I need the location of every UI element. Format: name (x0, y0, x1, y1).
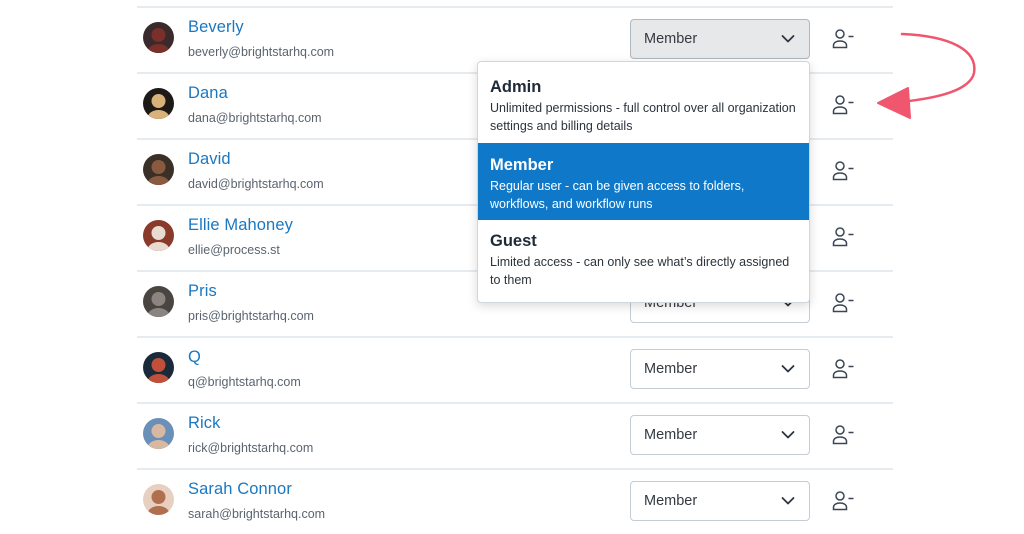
user-minus-icon (832, 491, 854, 511)
role-select[interactable]: Member (630, 481, 810, 521)
avatar (143, 286, 174, 317)
member-row: Sarah Connor sarah@brightstarhq.com Memb… (137, 468, 893, 534)
member-name-link[interactable]: Ellie Mahoney (188, 216, 293, 235)
member-name-link[interactable]: Beverly (188, 18, 244, 37)
avatar (143, 352, 174, 383)
role-select-value: Member (644, 427, 698, 443)
member-name-link[interactable]: Q (188, 348, 201, 367)
role-option-description: Limited access - can only see what’s dir… (490, 255, 790, 287)
role-select-value: Member (644, 31, 698, 47)
member-name-link[interactable]: Sarah Connor (188, 480, 292, 499)
chevron-down-icon (781, 35, 795, 43)
member-email: rick@brightstarhq.com (188, 441, 314, 455)
member-email: sarah@brightstarhq.com (188, 507, 326, 521)
avatar (143, 88, 174, 119)
member-email: david@brightstarhq.com (188, 177, 324, 191)
user-minus-icon (832, 425, 854, 445)
member-email: ellie@process.st (188, 243, 280, 257)
chevron-down-icon (781, 497, 795, 505)
avatar (143, 154, 174, 185)
user-minus-icon (832, 359, 854, 379)
avatar (143, 220, 174, 251)
remove-user-button[interactable] (832, 28, 856, 50)
member-name-link[interactable]: Dana (188, 84, 228, 103)
role-select[interactable]: Member (630, 19, 810, 59)
role-option-description: Unlimited permissions - full control ove… (490, 101, 796, 133)
user-minus-icon (832, 293, 854, 313)
member-email: beverly@brightstarhq.com (188, 45, 335, 59)
role-select-value: Member (644, 361, 698, 377)
remove-user-button[interactable] (832, 490, 856, 512)
member-name-link[interactable]: David (188, 150, 231, 169)
remove-user-button[interactable] (832, 160, 856, 182)
role-select-value: Member (644, 493, 698, 509)
role-option-title: Admin (490, 78, 542, 96)
member-row: Rick rick@brightstarhq.com Member (137, 402, 893, 468)
remove-user-button[interactable] (832, 424, 856, 446)
user-minus-icon (832, 29, 854, 49)
role-option-guest[interactable]: Guest Limited access - can only see what… (478, 220, 809, 302)
role-option-description: Regular user - can be given access to fo… (490, 179, 745, 211)
avatar (143, 22, 174, 53)
member-name-link[interactable]: Rick (188, 414, 220, 433)
annotation-arrow-icon (877, 32, 976, 119)
chevron-down-icon (781, 431, 795, 439)
remove-user-button[interactable] (832, 358, 856, 380)
user-minus-icon (832, 227, 854, 247)
avatar (143, 484, 174, 515)
role-dropdown-menu: Admin Unlimited permissions - full contr… (477, 61, 810, 303)
role-option-title: Member (490, 156, 554, 174)
member-email: dana@brightstarhq.com (188, 111, 322, 125)
role-option-title: Guest (490, 232, 537, 250)
chevron-down-icon (781, 365, 795, 373)
user-minus-icon (832, 161, 854, 181)
remove-user-button[interactable] (832, 226, 856, 248)
remove-user-button[interactable] (832, 292, 856, 314)
member-email: q@brightstarhq.com (188, 375, 301, 389)
role-option-admin[interactable]: Admin Unlimited permissions - full contr… (478, 62, 809, 143)
role-select[interactable]: Member (630, 415, 810, 455)
member-email: pris@brightstarhq.com (188, 309, 314, 323)
role-select[interactable]: Member (630, 349, 810, 389)
avatar (143, 418, 174, 449)
user-minus-icon (832, 95, 854, 115)
role-option-member[interactable]: Member Regular user - can be given acces… (478, 143, 809, 220)
member-name-link[interactable]: Pris (188, 282, 217, 301)
remove-user-button[interactable] (832, 94, 856, 116)
member-row: Q q@brightstarhq.com Member (137, 336, 893, 402)
